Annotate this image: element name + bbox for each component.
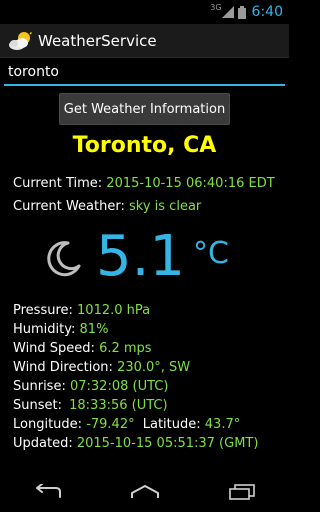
wind-speed-row: Wind Speed: 6.2 mps	[13, 341, 152, 356]
temperature-value: 5.1	[96, 224, 186, 289]
city-name: Toronto, CA	[72, 133, 217, 158]
wind-direction-value: 230.0°, SW	[117, 360, 191, 375]
wind-direction-row: Wind Direction: 230.0°, SW	[13, 360, 190, 375]
sunrise-value: 07:32:08 (UTC)	[69, 379, 169, 394]
pressure-value: 1012.0 hPa	[77, 303, 151, 318]
sunrise-label: Sunrise:	[13, 379, 66, 394]
get-weather-button[interactable]: Get Weather Information	[59, 93, 230, 125]
app-title: WeatherService	[38, 31, 157, 50]
status-clock: 6:40	[251, 4, 283, 20]
sunrise-row: Sunrise: 07:32:08 (UTC)	[13, 379, 168, 394]
temperature-unit: °C	[193, 236, 229, 271]
current-weather-label: Current Weather:	[13, 199, 125, 214]
humidity-label: Humidity:	[13, 322, 76, 337]
sunset-label: Sunset:	[13, 398, 62, 413]
back-icon[interactable]	[33, 484, 63, 500]
current-time-value: 2015-10-15 06:40:16 EDT	[106, 176, 275, 191]
sunset-row: Sunset: 18:33:56 (UTC)	[13, 398, 168, 413]
city-input[interactable]	[4, 60, 285, 86]
moon-icon	[47, 241, 81, 277]
humidity-value: 81%	[79, 322, 109, 337]
search-row	[4, 60, 285, 88]
status-bar: 3G 6:40	[0, 0, 289, 24]
weather-app-icon[interactable]	[8, 31, 32, 51]
temperature-panel: 5.1 °C	[0, 224, 289, 292]
updated-row: Updated: 2015-10-15 05:51:37 (GMT)	[13, 436, 258, 451]
updated-value: 2015-10-15 05:51:37 (GMT)	[76, 436, 259, 451]
current-weather-value: sky is clear	[129, 199, 202, 214]
action-bar: WeatherService	[0, 24, 289, 58]
humidity-row: Humidity: 81%	[13, 322, 108, 337]
wind-direction-label: Wind Direction:	[13, 360, 113, 375]
battery-icon	[237, 5, 246, 19]
latitude-label: Latitude:	[142, 417, 201, 432]
wind-speed-value: 6.2 mps	[99, 341, 152, 356]
wind-speed-label: Wind Speed:	[13, 341, 95, 356]
pressure-row: Pressure: 1012.0 hPa	[13, 303, 150, 318]
updated-label: Updated:	[13, 436, 73, 451]
current-weather-row: Current Weather: sky is clear	[13, 199, 201, 214]
coordinates-row: Longitude: -79.42° Latitude: 43.7°	[13, 417, 240, 432]
current-time-row: Current Time: 2015-10-15 06:40:16 EDT	[13, 176, 275, 191]
sunset-value: 18:33:56 (UTC)	[69, 398, 168, 413]
latitude-value: 43.7°	[204, 417, 241, 432]
recent-apps-icon[interactable]	[228, 484, 256, 500]
network-type: 3G	[210, 2, 222, 12]
current-time-label: Current Time:	[13, 176, 103, 191]
signal-icon	[221, 6, 234, 18]
home-icon[interactable]	[129, 484, 161, 500]
longitude-label: Longitude:	[13, 417, 83, 432]
longitude-value: -79.42°	[86, 417, 135, 432]
pressure-label: Pressure:	[13, 303, 73, 318]
navigation-bar	[0, 472, 289, 512]
